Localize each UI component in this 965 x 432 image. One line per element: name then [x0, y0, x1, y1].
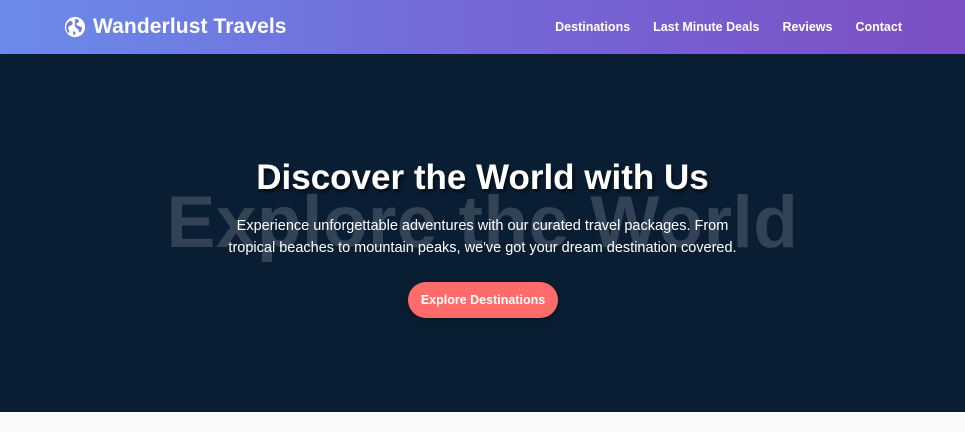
brand-name: Wanderlust Travels	[93, 15, 287, 38]
globe-icon	[64, 16, 86, 38]
brand-logo[interactable]: Wanderlust Travels	[64, 15, 287, 39]
next-section-edge	[0, 412, 965, 432]
explore-destinations-button[interactable]: Explore Destinations	[408, 282, 558, 318]
nav-link-reviews[interactable]: Reviews	[782, 20, 832, 34]
nav-link-destinations[interactable]: Destinations	[555, 20, 630, 34]
hero-subtitle: Experience unforgettable adventures with…	[228, 218, 737, 256]
nav-link-contact[interactable]: Contact	[855, 20, 902, 34]
top-navbar: Wanderlust Travels Destinations Last Min…	[0, 0, 965, 54]
hero-title: Discover the World with Us	[256, 158, 709, 197]
main-nav: Destinations Last Minute Deals Reviews C…	[555, 20, 902, 34]
nav-link-last-minute-deals[interactable]: Last Minute Deals	[653, 20, 759, 34]
hero-section: Explore the World Discover the World wit…	[0, 54, 965, 412]
